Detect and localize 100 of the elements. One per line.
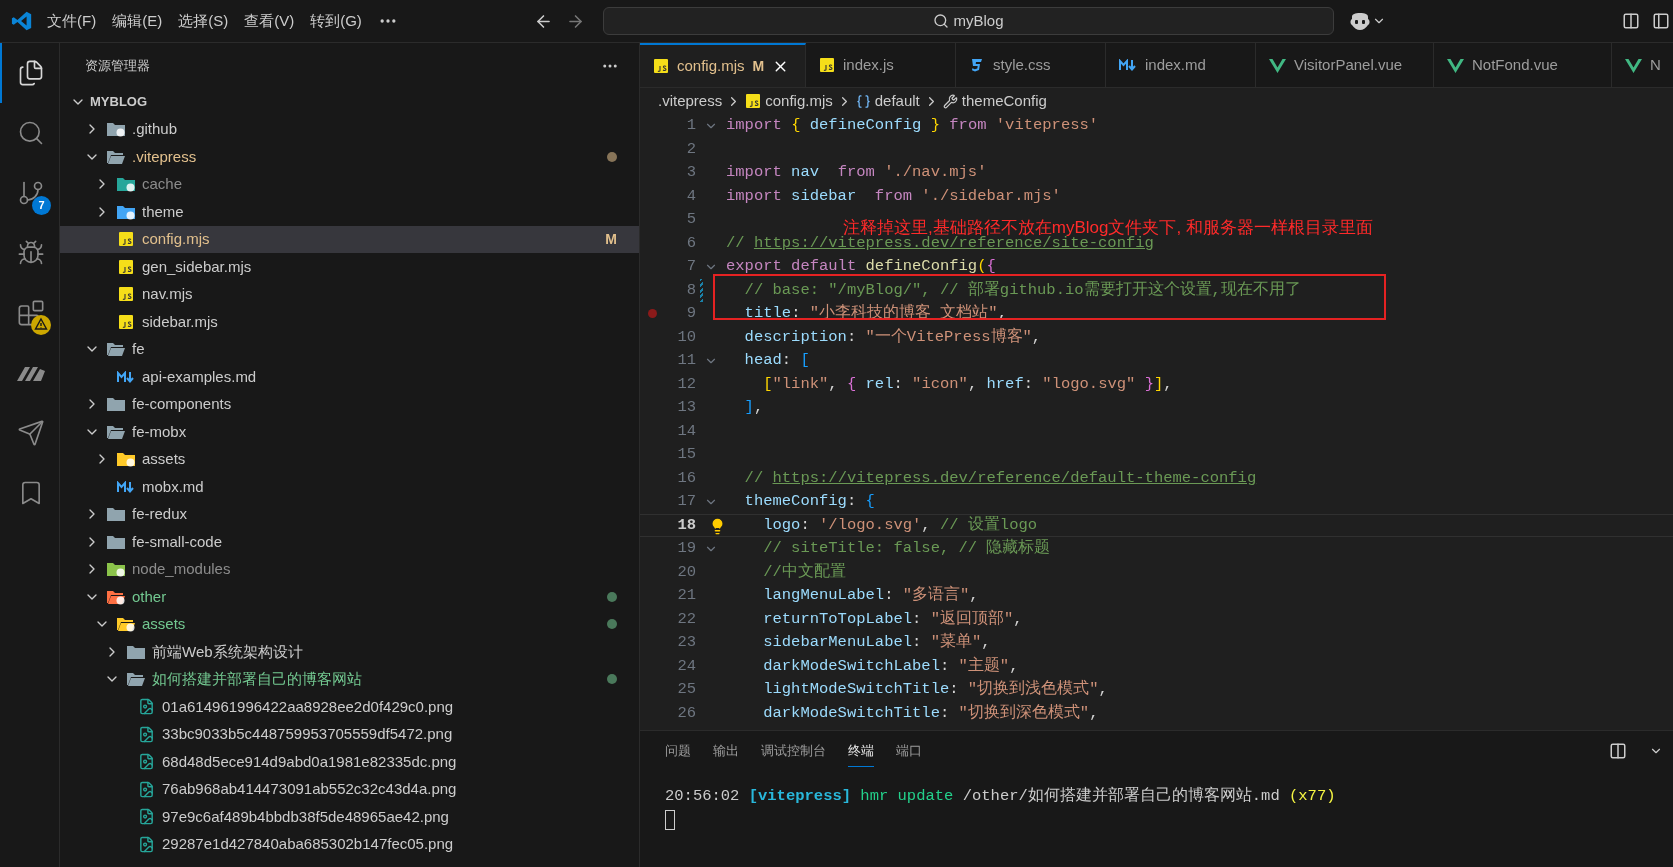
split-terminal-icon[interactable] bbox=[1609, 742, 1627, 760]
breadcrumb-item[interactable]: config.mjs bbox=[765, 89, 833, 113]
file-name: .github bbox=[132, 119, 178, 139]
file-name: 68d48d5ece914d9abd0a1981e82335dc.png bbox=[162, 751, 457, 772]
file-name: 如何搭建并部署自己的博客网站 bbox=[152, 669, 362, 689]
tree-item[interactable]: assets bbox=[60, 610, 639, 638]
file-name: fe-mobx bbox=[132, 421, 187, 442]
tree-item[interactable]: MYBLOG bbox=[60, 88, 639, 116]
line-number: 5 bbox=[685, 209, 696, 231]
tree-item[interactable]: 97e9c6af489b4bbdb38f5de48965ae42.png bbox=[60, 803, 639, 831]
tree-item[interactable]: theme bbox=[60, 198, 639, 226]
js-file-icon bbox=[819, 57, 835, 73]
folder-icon bbox=[106, 120, 126, 139]
panel-tab[interactable]: 终端 bbox=[848, 734, 874, 768]
tree-item[interactable]: cache bbox=[60, 170, 639, 198]
tree-item[interactable]: other bbox=[60, 583, 639, 611]
tree-item[interactable]: fe-small-code bbox=[60, 528, 639, 556]
panel-tab[interactable]: 输出 bbox=[713, 734, 739, 768]
terminal-cursor bbox=[665, 810, 675, 831]
menu-item[interactable]: 编辑(E) bbox=[112, 9, 163, 33]
terminal-line: 20:56:02 [vitepress] hmr update /other/如何搭建并部署自己的博客网站.md (x77) bbox=[665, 785, 1336, 807]
code-line: darkModeSwitchLabel: "主题", bbox=[762, 656, 1019, 675]
code-line: darkModeSwitchTitle: "切换到深色模式", bbox=[762, 703, 1099, 722]
file-name: 前端Web系统架构设计 bbox=[152, 641, 303, 662]
menu-item[interactable]: 选择(S) bbox=[178, 9, 229, 33]
panel-tab[interactable]: 端口 bbox=[896, 734, 922, 768]
code-line: // https://vitepress.dev/reference/default-theme-config bbox=[743, 468, 1257, 487]
menu-item[interactable]: 查看(V) bbox=[244, 9, 295, 33]
tree-item[interactable]: 前端Web系统架构设计 bbox=[60, 638, 639, 666]
tree-item[interactable]: 76ab968ab414473091ab552c32c43d4a.png bbox=[60, 775, 639, 803]
image-file-icon bbox=[137, 698, 155, 716]
tree-item[interactable]: mobx.md bbox=[60, 473, 639, 501]
file-name: assets bbox=[142, 614, 186, 634]
editor-tab[interactable]: N bbox=[1612, 43, 1673, 87]
tree-item[interactable]: config.mjs M bbox=[60, 225, 639, 253]
line-number: 13 bbox=[676, 397, 696, 419]
line-number: 19 bbox=[676, 538, 696, 560]
file-name: fe bbox=[132, 339, 145, 359]
vue-file-icon bbox=[1447, 57, 1464, 73]
vue-file-icon bbox=[1625, 57, 1642, 73]
line-number: 4 bbox=[685, 185, 696, 207]
tree-item[interactable]: 如何搭建并部署自己的博客网站 bbox=[60, 665, 639, 693]
folder-icon bbox=[116, 615, 136, 634]
editor-tab[interactable]: VisitorPanel.vue bbox=[1256, 43, 1434, 87]
css-file-icon bbox=[969, 57, 985, 73]
tree-item[interactable]: .github bbox=[60, 115, 639, 143]
editor-tab[interactable]: config.mjs M bbox=[640, 43, 806, 87]
tree-item[interactable]: gen_sidebar.mjs bbox=[60, 253, 639, 281]
image-file-icon bbox=[137, 753, 155, 771]
code-line: head: [ bbox=[743, 351, 810, 370]
image-file-icon bbox=[137, 780, 155, 798]
tree-item[interactable]: api-examples.md bbox=[60, 363, 639, 391]
image-file-icon bbox=[137, 725, 155, 743]
editor-tab[interactable]: style.css bbox=[956, 43, 1106, 87]
tree-item[interactable]: 33bc9033b5c448759953705559df5472.png bbox=[60, 720, 639, 748]
breadcrumb-item[interactable]: .vitepress bbox=[658, 89, 723, 113]
line-number: 7 bbox=[685, 256, 696, 278]
panel-tab[interactable]: 问题 bbox=[665, 734, 691, 768]
line-number: 22 bbox=[676, 608, 696, 630]
line-number: 12 bbox=[676, 373, 696, 395]
editor-tab[interactable]: NotFond.vue bbox=[1434, 43, 1612, 87]
editor-tab[interactable]: index.js bbox=[806, 43, 956, 87]
tree-item[interactable]: nav.mjs bbox=[60, 280, 639, 308]
file-name: 29287e1d427840aba685302b147fec05.png bbox=[162, 834, 454, 854]
layout-icon[interactable] bbox=[1622, 12, 1640, 30]
panel-tab[interactable]: 调试控制台 bbox=[761, 734, 826, 768]
tree-item[interactable]: assets bbox=[60, 445, 639, 473]
tree-item[interactable]: 01a614961996422aa8928ee2d0f429c0.png bbox=[60, 693, 639, 721]
image-file-icon bbox=[137, 835, 155, 853]
activity-item[interactable]: 7 bbox=[0, 163, 59, 223]
file-name: 76ab968ab414473091ab552c32c43d4a.png bbox=[162, 779, 457, 799]
js-file-icon bbox=[653, 58, 669, 74]
send-icon bbox=[16, 419, 45, 447]
tree-item[interactable]: node_modules bbox=[60, 555, 639, 583]
tree-item[interactable]: 68d48d5ece914d9abd0a1981e82335dc.png bbox=[60, 748, 639, 776]
editor-tab[interactable]: index.md bbox=[1106, 43, 1256, 87]
breadcrumb-item[interactable]: themeConfig bbox=[961, 89, 1047, 113]
tree-item[interactable]: fe bbox=[60, 335, 639, 363]
tree-item[interactable]: fe-redux bbox=[60, 500, 639, 528]
breadcrumb-item[interactable]: default bbox=[874, 89, 920, 113]
file-name: 33bc9033b5c448759953705559df5472.png bbox=[162, 724, 453, 744]
js-file-icon bbox=[118, 231, 134, 248]
tree-item[interactable]: .vitepress bbox=[60, 143, 639, 171]
js-file-icon bbox=[118, 286, 134, 303]
module-symbol-icon bbox=[855, 93, 871, 109]
tree-item[interactable]: sidebar.mjs bbox=[60, 308, 639, 336]
line-number: 18 bbox=[676, 514, 696, 536]
file-name: 97e9c6af489b4bbdb38f5de48965ae42.png bbox=[162, 806, 449, 827]
menu-item[interactable]: 转到(G) bbox=[310, 9, 362, 33]
sidebar-toggle-icon[interactable] bbox=[1652, 12, 1670, 30]
code-line: themeConfig: { bbox=[743, 492, 875, 511]
tree-item[interactable]: fe-mobx bbox=[60, 418, 639, 446]
folder-icon bbox=[116, 450, 136, 469]
line-number: 21 bbox=[676, 585, 696, 607]
panel-title: 资源管理器 bbox=[85, 56, 150, 75]
command-center[interactable]: myBlog bbox=[603, 7, 1334, 35]
menu-item[interactable]: 文件(F) bbox=[47, 9, 97, 33]
tree-item[interactable]: fe-components bbox=[60, 390, 639, 418]
file-name: gen_sidebar.mjs bbox=[142, 256, 252, 277]
tree-item[interactable]: 29287e1d427840aba685302b147fec05.png bbox=[60, 830, 639, 858]
